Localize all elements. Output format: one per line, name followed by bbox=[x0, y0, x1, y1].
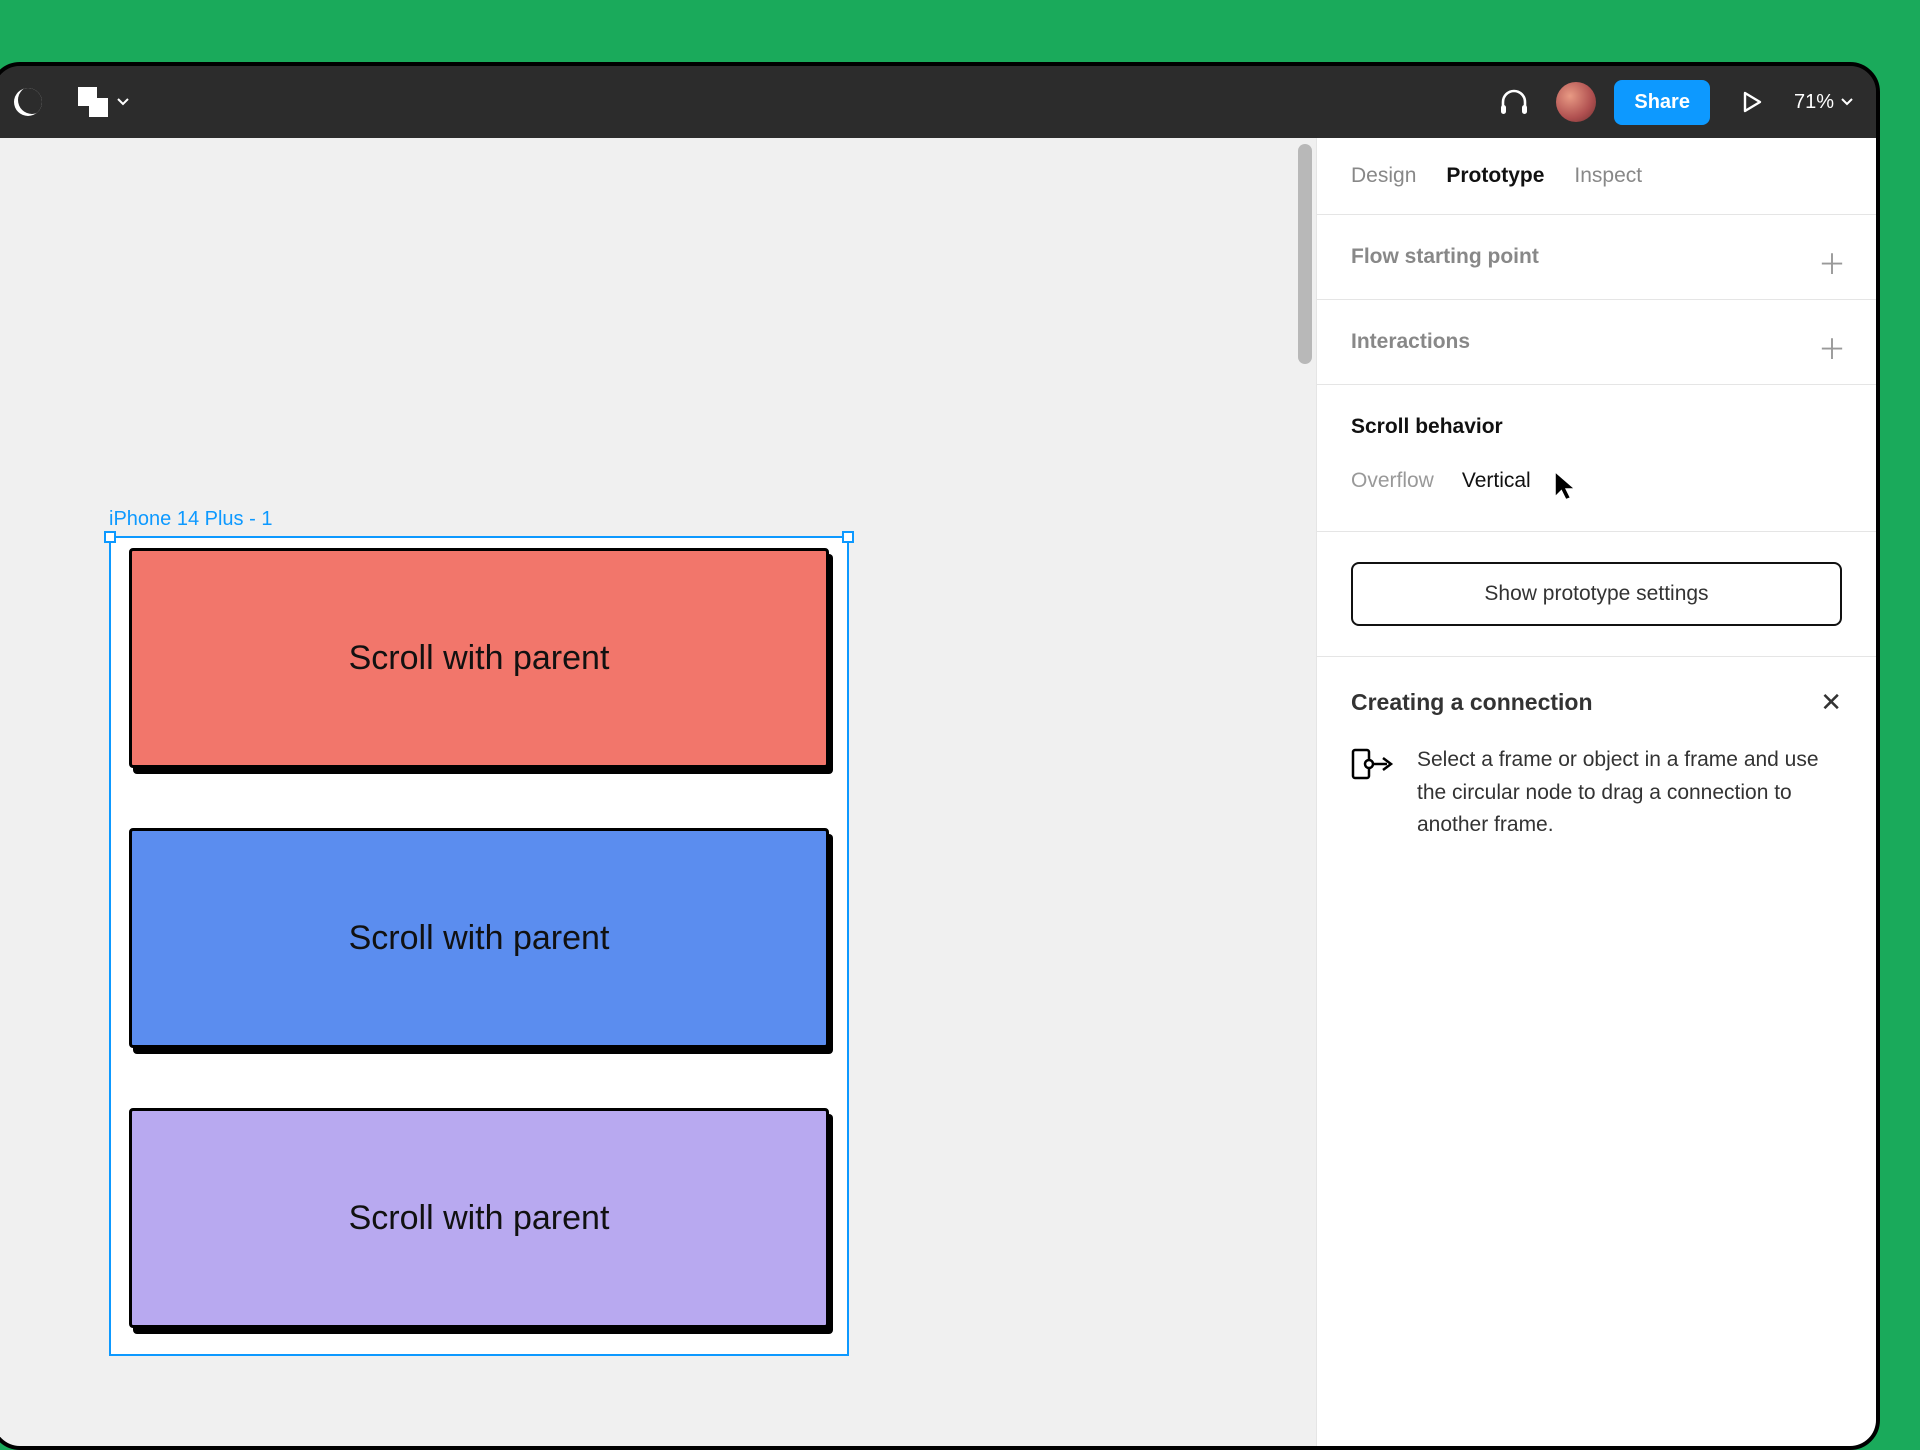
audio-chat-icon[interactable] bbox=[1490, 78, 1538, 126]
selected-frame[interactable]: Scroll with parent Scroll with parent Sc… bbox=[109, 536, 849, 1356]
canvas[interactable]: iPhone 14 Plus - 1 Scroll with parent Sc… bbox=[0, 138, 1316, 1446]
hint-title: Creating a connection bbox=[1351, 689, 1593, 716]
toolbar-left-group bbox=[4, 78, 130, 126]
section-interactions: Interactions ＋ bbox=[1317, 300, 1876, 385]
section-flow-start: Flow starting point ＋ bbox=[1317, 215, 1876, 300]
chevron-down-icon bbox=[1840, 95, 1854, 109]
tab-inspect[interactable]: Inspect bbox=[1574, 164, 1642, 188]
app-window: Share 71% iPhone 14 Plus - 1 Scroll with… bbox=[0, 62, 1880, 1450]
panel-tabs: Design Prototype Inspect bbox=[1317, 138, 1876, 215]
canvas-scrollbar[interactable] bbox=[1298, 144, 1312, 364]
section-title: Interactions bbox=[1351, 330, 1842, 354]
overflow-dropdown[interactable]: Vertical bbox=[1462, 469, 1531, 493]
shape-tool-icon[interactable] bbox=[78, 78, 130, 126]
canvas-card[interactable]: Scroll with parent bbox=[129, 1108, 829, 1328]
workspace: iPhone 14 Plus - 1 Scroll with parent Sc… bbox=[0, 138, 1876, 1446]
section-connection-hint: Creating a connection ✕ Select a frame o… bbox=[1317, 657, 1876, 872]
add-interaction-button[interactable]: ＋ bbox=[1818, 328, 1846, 368]
cursor-pointer-icon bbox=[1553, 471, 1577, 501]
frame-title[interactable]: iPhone 14 Plus - 1 bbox=[109, 508, 272, 531]
zoom-value: 71% bbox=[1794, 91, 1834, 114]
selection-handle[interactable] bbox=[842, 531, 854, 543]
add-flow-button[interactable]: ＋ bbox=[1818, 243, 1846, 283]
hint-body-text: Select a frame or object in a frame and … bbox=[1417, 744, 1842, 842]
tab-prototype[interactable]: Prototype bbox=[1446, 164, 1544, 188]
connection-icon bbox=[1351, 744, 1395, 842]
zoom-control[interactable]: 71% bbox=[1794, 91, 1854, 114]
selection-handle[interactable] bbox=[104, 531, 116, 543]
top-toolbar: Share 71% bbox=[0, 66, 1876, 138]
close-hint-button[interactable]: ✕ bbox=[1820, 687, 1842, 718]
chevron-down-icon bbox=[116, 95, 130, 109]
share-button[interactable]: Share bbox=[1614, 80, 1710, 125]
show-prototype-settings-button[interactable]: Show prototype settings bbox=[1351, 562, 1842, 626]
inspector-panel: Design Prototype Inspect Flow starting p… bbox=[1316, 138, 1876, 1446]
section-scroll-behavior: Scroll behavior Overflow Vertical bbox=[1317, 385, 1876, 532]
overflow-label: Overflow bbox=[1351, 469, 1434, 493]
section-prototype-settings: Show prototype settings bbox=[1317, 532, 1876, 657]
tab-design[interactable]: Design bbox=[1351, 164, 1416, 188]
present-play-icon[interactable] bbox=[1728, 78, 1776, 126]
user-avatar[interactable] bbox=[1556, 82, 1596, 122]
canvas-card[interactable]: Scroll with parent bbox=[129, 548, 829, 768]
section-title: Scroll behavior bbox=[1351, 415, 1842, 439]
section-title: Flow starting point bbox=[1351, 245, 1842, 269]
canvas-card[interactable]: Scroll with parent bbox=[129, 828, 829, 1048]
theme-toggle-icon[interactable] bbox=[4, 78, 52, 126]
